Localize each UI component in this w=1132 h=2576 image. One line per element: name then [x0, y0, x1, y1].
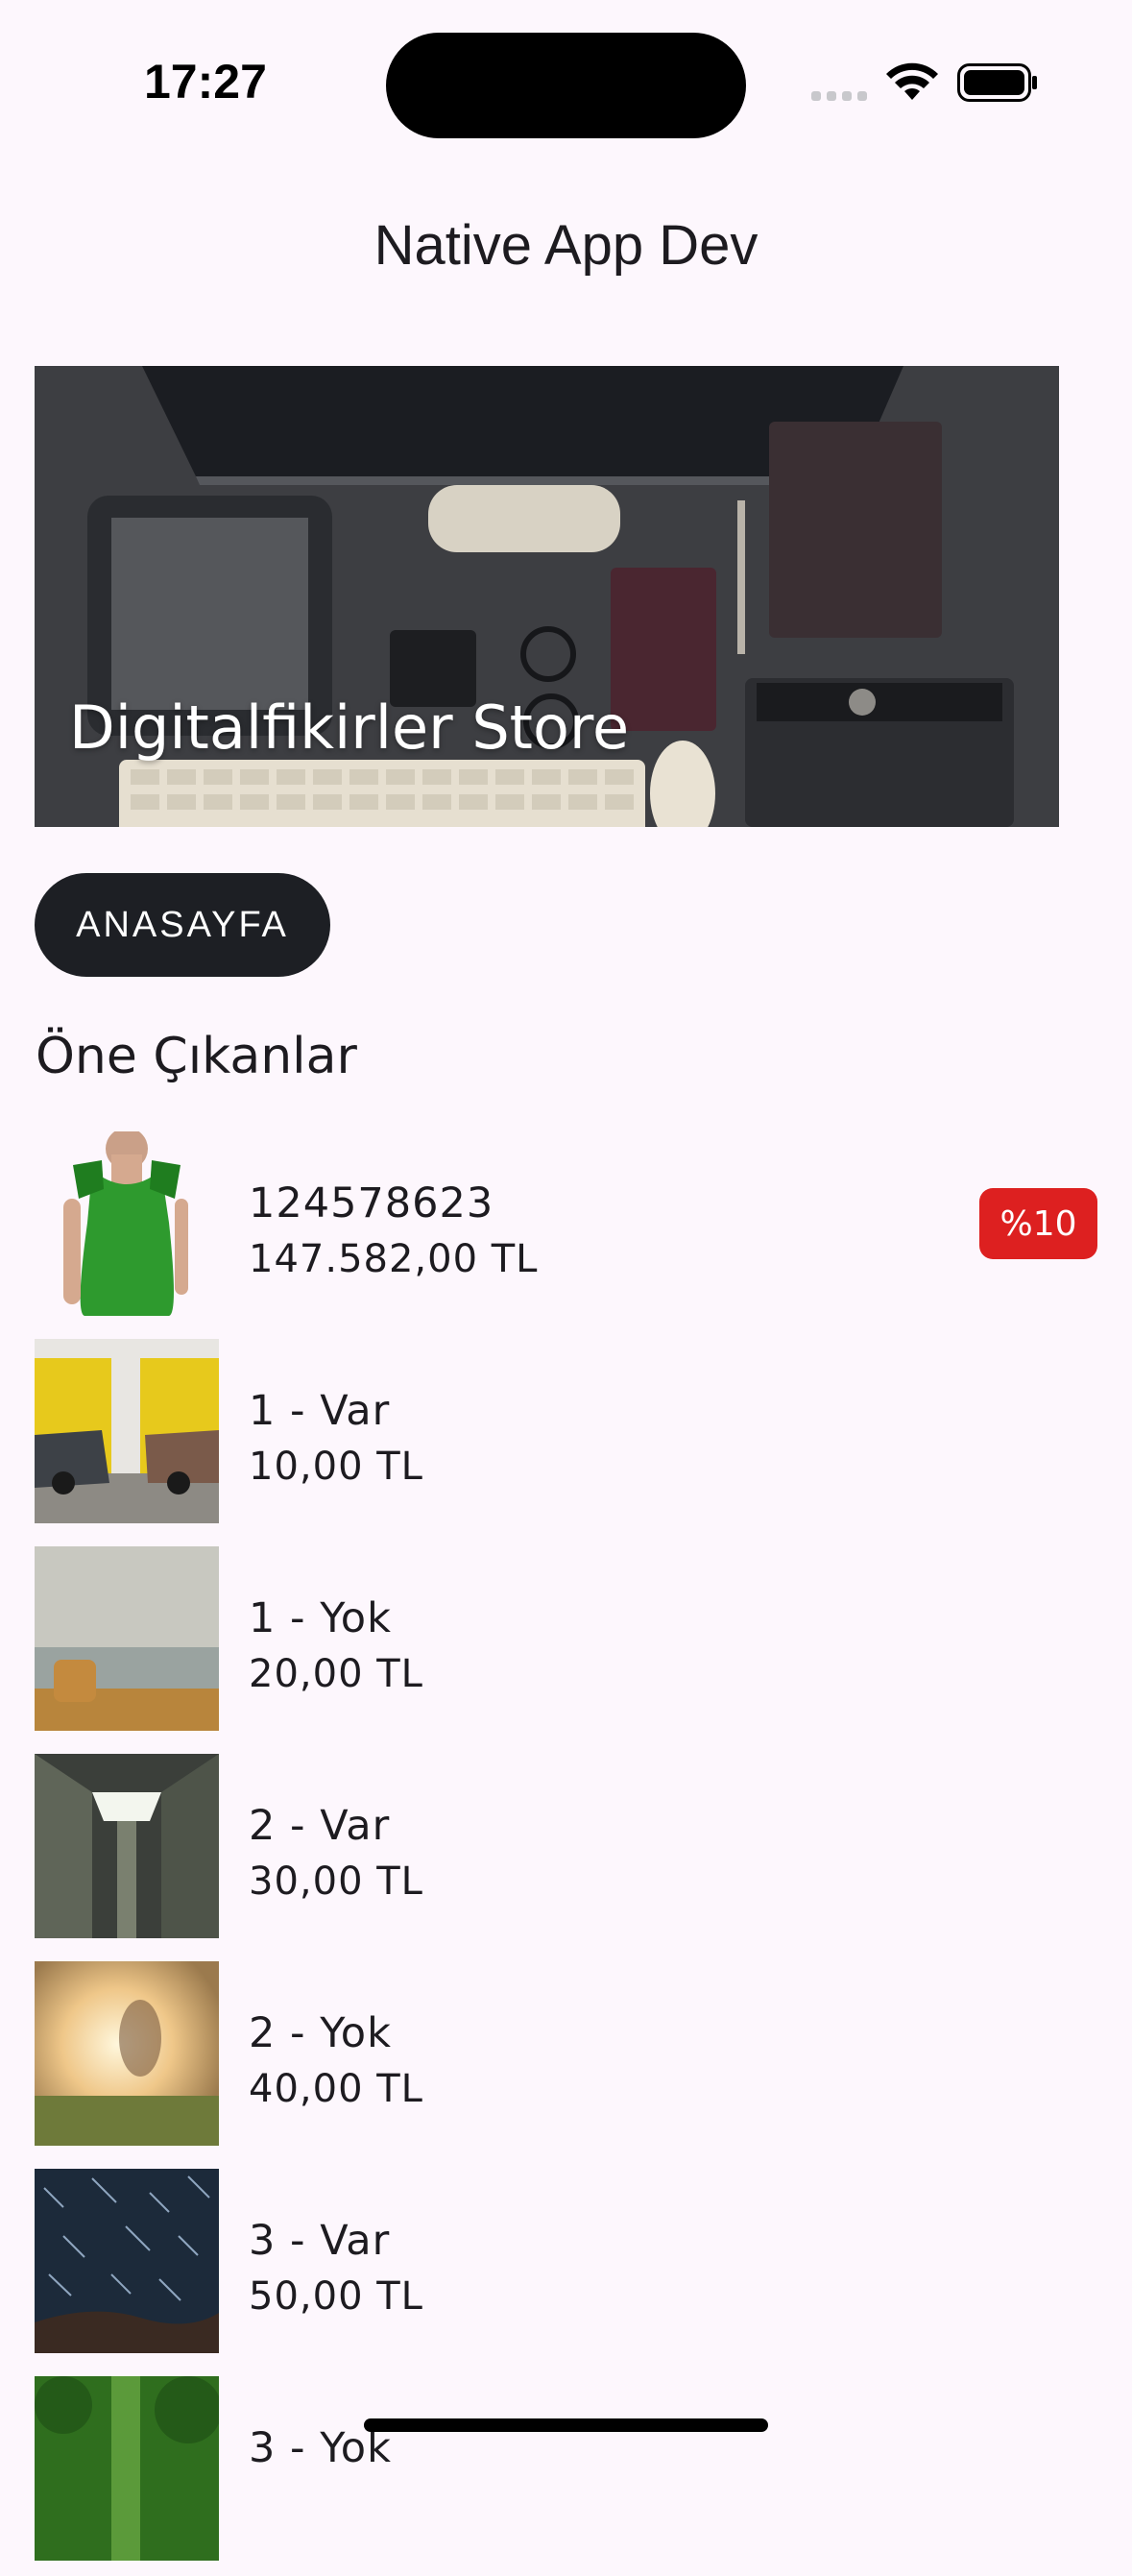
product-item[interactable]: 2 - Yok 40,00 TL [0, 1954, 1132, 2161]
product-thumbnail [35, 1546, 219, 1731]
star-trails-image [35, 2169, 219, 2353]
product-thumbnail [35, 1961, 219, 2146]
product-price: 20,00 TL [249, 1652, 423, 1696]
product-thumbnail [35, 2376, 219, 2561]
product-thumbnail [35, 1339, 219, 1523]
store-banner[interactable]: Digitalfikirler Store [35, 366, 1059, 827]
product-name: 1 - Yok [249, 1594, 392, 1642]
product-price: 147.582,00 TL [249, 1237, 539, 1281]
product-price: 30,00 TL [249, 1859, 423, 1904]
wifi-icon [886, 62, 938, 100]
cellular-signal-icon [811, 91, 869, 101]
hay-bale-field-image [35, 1546, 219, 1731]
product-thumbnail [35, 2169, 219, 2353]
sunset-meadow-image [35, 1961, 219, 2146]
building-courtyard-image [35, 1754, 219, 1938]
discount-badge: %10 [979, 1188, 1097, 1259]
product-item[interactable]: 3 - Yok [0, 2369, 1132, 2576]
home-button[interactable]: ANASAYFA [35, 873, 330, 977]
product-name: 124578623 [249, 1179, 494, 1227]
product-thumbnail [35, 1754, 219, 1938]
product-item[interactable]: 1 - Yok 20,00 TL [0, 1539, 1132, 1746]
product-name: 1 - Var [249, 1387, 391, 1435]
status-time: 17:27 [144, 55, 267, 109]
app-title: Native App Dev [373, 214, 759, 277]
product-price: 10,00 TL [249, 1445, 423, 1489]
home-indicator[interactable] [364, 2418, 768, 2432]
forest-image [35, 2376, 219, 2561]
product-name: 2 - Yok [249, 2009, 392, 2057]
section-title: Öne Çıkanlar [36, 1028, 357, 1085]
banner-caption: Digitalfikirler Store [69, 693, 630, 763]
product-item[interactable]: 3 - Var 50,00 TL [0, 2161, 1132, 2369]
product-price: 50,00 TL [249, 2274, 423, 2319]
vintage-cars-image [35, 1339, 219, 1523]
product-name: 3 - Var [249, 2217, 391, 2265]
battery-icon [957, 63, 1037, 102]
green-dress-image [35, 1131, 219, 1316]
dynamic-island [386, 33, 746, 138]
product-thumbnail [35, 1131, 219, 1316]
product-item[interactable]: 2 - Var 30,00 TL [0, 1746, 1132, 1954]
product-price: 40,00 TL [249, 2067, 423, 2111]
product-item[interactable]: 1 - Var 10,00 TL [0, 1331, 1132, 1539]
product-item[interactable]: 124578623 147.582,00 TL %10 [0, 1124, 1132, 1331]
product-name: 2 - Var [249, 1802, 391, 1850]
